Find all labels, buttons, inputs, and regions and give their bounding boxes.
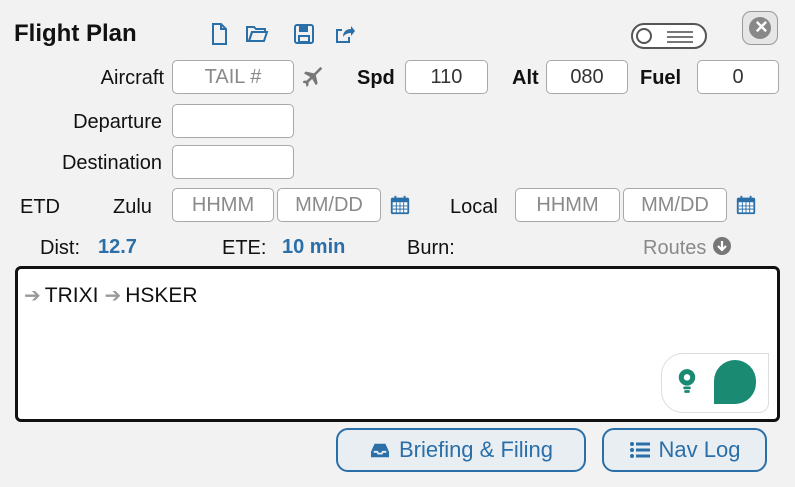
list-icon: [629, 440, 651, 460]
save-icon[interactable]: [292, 22, 316, 46]
zulu-date-input[interactable]: [277, 188, 381, 222]
panel-title: Flight Plan: [14, 20, 137, 47]
zulu-label: Zulu: [113, 196, 152, 218]
route-arrow-icon: ➔: [104, 285, 122, 307]
ete-label: ETE:: [222, 237, 267, 259]
open-folder-icon[interactable]: [245, 22, 269, 46]
routes-dropdown[interactable]: Routes: [643, 236, 732, 261]
speed-input[interactable]: [405, 60, 488, 94]
inbox-icon: [369, 441, 391, 459]
aircraft-label: Aircraft: [100, 67, 164, 89]
local-label: Local: [450, 196, 498, 218]
altitude-label: Alt: [512, 67, 539, 89]
route-waypoint[interactable]: TRIXI: [45, 284, 99, 308]
chevron-down-icon: [712, 236, 732, 261]
close-icon[interactable]: ×: [742, 11, 778, 45]
departure-label: Departure: [73, 111, 162, 133]
etd-label: ETD: [20, 196, 60, 218]
speed-label: Spd: [357, 67, 395, 89]
distance-label: Dist:: [40, 237, 80, 259]
route-line: ➔ TRIXI ➔ HSKER: [24, 283, 204, 308]
zulu-calendar-icon[interactable]: [389, 194, 411, 216]
destination-input[interactable]: [172, 145, 294, 179]
local-calendar-icon[interactable]: [735, 194, 757, 216]
local-time-input[interactable]: [515, 188, 620, 222]
zulu-time-input[interactable]: [172, 188, 274, 222]
distance-value: 12.7: [98, 236, 137, 258]
nav-log-label: Nav Log: [658, 437, 741, 462]
altitude-input[interactable]: [546, 60, 628, 94]
share-icon[interactable]: [332, 22, 356, 46]
local-date-input[interactable]: [623, 188, 727, 222]
burn-label: Burn:: [407, 237, 455, 259]
airplane-icon[interactable]: [302, 66, 325, 88]
departure-input[interactable]: [172, 104, 294, 138]
lightbulb-icon[interactable]: [676, 368, 698, 399]
route-tools: [661, 353, 769, 413]
briefing-filing-label: Briefing & Filing: [398, 437, 554, 462]
chat-bubble-icon[interactable]: [714, 360, 756, 404]
briefing-filing-button[interactable]: Briefing & Filing: [336, 428, 586, 472]
routes-label: Routes: [643, 237, 707, 259]
route-waypoint[interactable]: HSKER: [125, 284, 197, 308]
fuel-label: Fuel: [640, 67, 682, 89]
ete-value: 10 min: [282, 236, 346, 258]
fuel-input[interactable]: [697, 60, 779, 94]
destination-label: Destination: [61, 152, 162, 174]
route-arrow-icon: ➔: [24, 285, 41, 307]
nav-log-button[interactable]: Nav Log: [602, 428, 767, 472]
tail-number-input[interactable]: [172, 60, 294, 94]
new-file-icon[interactable]: [207, 22, 231, 46]
route-editor[interactable]: ➔ TRIXI ➔ HSKER: [15, 266, 780, 422]
list-toggle-icon[interactable]: [631, 23, 707, 49]
